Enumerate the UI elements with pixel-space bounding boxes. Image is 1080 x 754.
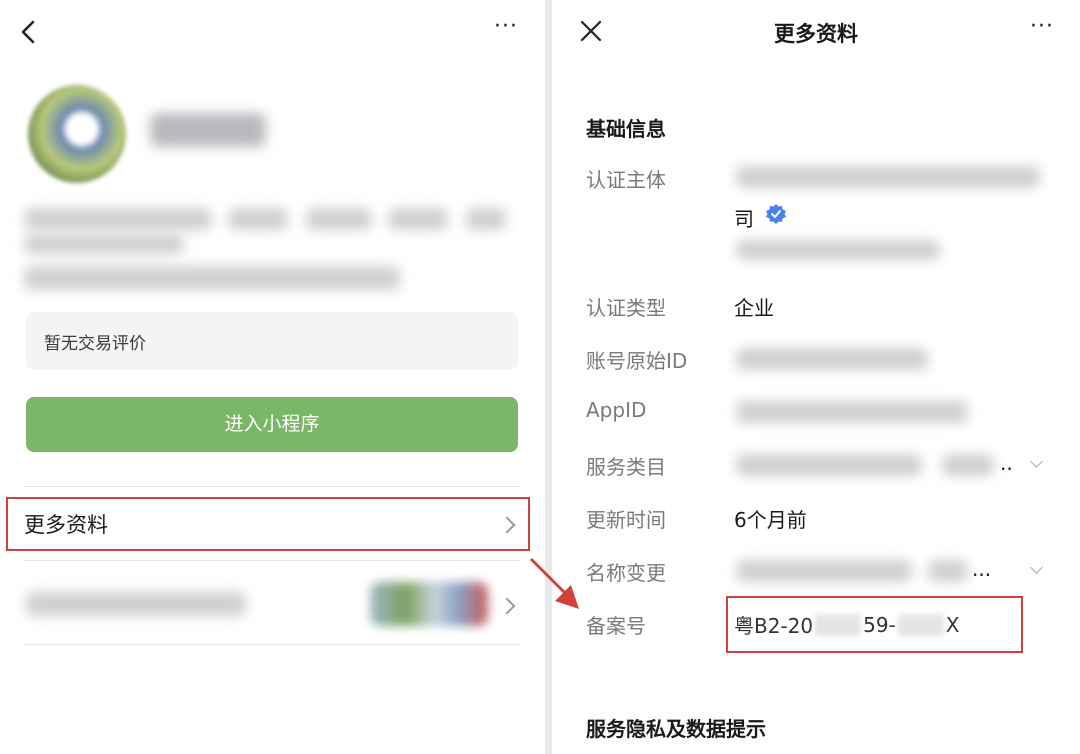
type-label: 认证类型 bbox=[586, 296, 666, 320]
update-time-value: 6个月前 bbox=[734, 508, 807, 532]
related-thumbnails bbox=[370, 582, 488, 626]
page-title: 更多资料 bbox=[774, 22, 858, 46]
subject-value-redacted bbox=[736, 166, 1040, 188]
app-name-redacted bbox=[150, 113, 266, 147]
category-label: 服务类目 bbox=[586, 455, 666, 479]
appid-redacted bbox=[736, 401, 968, 423]
category-ellipsis: .. bbox=[1000, 451, 1013, 475]
record-number-label: 备案号 bbox=[586, 614, 646, 638]
chevron-down-icon[interactable] bbox=[1030, 455, 1043, 468]
rating-box: 暂无交易评价 bbox=[26, 312, 518, 370]
subject-value: 司 bbox=[734, 207, 754, 231]
type-value: 企业 bbox=[734, 296, 774, 320]
related-item-redacted bbox=[26, 592, 246, 616]
rating-text: 暂无交易评价 bbox=[44, 334, 146, 354]
name-change-ellipsis: ... bbox=[972, 557, 992, 581]
annotation-arrow bbox=[529, 557, 579, 609]
section-privacy: 服务隐私及数据提示 bbox=[586, 717, 766, 741]
verified-badge-icon bbox=[766, 204, 786, 224]
name-change-label: 名称变更 bbox=[586, 561, 666, 585]
mini-program-profile-panel: ··· 暂无交易评价 进入小程序 更多资料 bbox=[0, 0, 545, 754]
subject-label: 认证主体 bbox=[586, 168, 666, 192]
record-number-highlight-box bbox=[726, 596, 1023, 653]
more-options-icon[interactable]: ··· bbox=[1030, 14, 1054, 39]
original-id-label: 账号原始ID bbox=[586, 349, 688, 373]
more-info-panel: 更多资料 ··· 基础信息 认证主体 司 认证类型 企业 账号原始ID AppI… bbox=[552, 0, 1080, 754]
chevron-down-icon[interactable] bbox=[1030, 561, 1043, 574]
section-basic-info: 基础信息 bbox=[586, 117, 666, 141]
category-redacted bbox=[736, 454, 922, 476]
chevron-right-icon bbox=[498, 597, 516, 615]
enter-mini-program-button[interactable]: 进入小程序 bbox=[26, 397, 518, 452]
more-info-highlight-box bbox=[6, 497, 530, 551]
original-id-redacted bbox=[736, 348, 928, 370]
description-redacted bbox=[24, 208, 212, 230]
update-time-label: 更新时间 bbox=[586, 508, 666, 532]
appid-label: AppID bbox=[586, 398, 647, 422]
back-icon[interactable] bbox=[16, 18, 42, 46]
name-change-redacted bbox=[736, 560, 912, 582]
more-options-icon[interactable]: ··· bbox=[494, 14, 518, 39]
avatar bbox=[28, 85, 126, 183]
